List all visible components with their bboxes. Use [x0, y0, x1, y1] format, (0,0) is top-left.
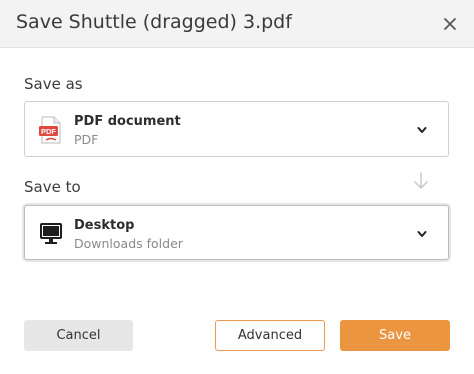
- save-as-dropdown[interactable]: PDF PDF document PDF: [24, 101, 449, 157]
- save-to-label: Save to: [24, 178, 81, 196]
- close-button[interactable]: [438, 12, 462, 36]
- pdf-badge-text: PDF: [41, 127, 56, 136]
- save-to-dropdown[interactable]: Desktop Downloads folder: [24, 205, 449, 260]
- chevron-down-icon: [417, 231, 427, 237]
- dialog-title: Save Shuttle (dragged) 3.pdf: [16, 11, 292, 33]
- save-as-label: Save as: [24, 75, 83, 93]
- dialog-titlebar: Save Shuttle (dragged) 3.pdf: [0, 0, 474, 48]
- save-as-selected-subtitle: PDF: [74, 132, 99, 147]
- save-to-selected-subtitle: Downloads folder: [74, 236, 183, 251]
- chevron-down-icon: [417, 127, 427, 133]
- save-button[interactable]: Save: [340, 320, 450, 351]
- save-to-selected-title: Desktop: [74, 218, 135, 233]
- pdf-file-icon: PDF: [39, 116, 61, 144]
- arrow-down-icon: [414, 172, 428, 189]
- advanced-button[interactable]: Advanced: [215, 320, 325, 351]
- close-icon: [444, 18, 456, 30]
- cancel-button[interactable]: Cancel: [24, 320, 133, 351]
- save-as-selected-title: PDF document: [74, 114, 181, 129]
- desktop-monitor-icon: [40, 223, 62, 244]
